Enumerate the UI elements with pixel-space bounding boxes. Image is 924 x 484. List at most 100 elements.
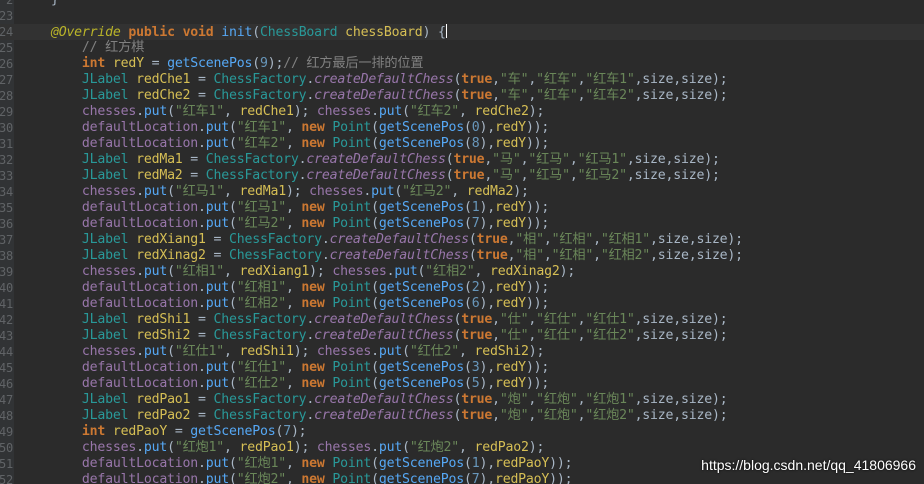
field-token: defaultLocation xyxy=(81,216,199,231)
code-line[interactable]: 52 defaultLocation.put("红炮2", new Point(… xyxy=(0,472,924,484)
code-content[interactable]: JLabel redPao2 = ChessFactory.createDefa… xyxy=(20,408,728,424)
code-line[interactable]: 45 defaultLocation.put("红仕1", new Point(… xyxy=(0,360,924,376)
code-line[interactable]: 40 defaultLocation.put("红相1", new Point(… xyxy=(0,280,924,296)
code-line[interactable]: 23 xyxy=(0,8,924,24)
class-name-token: ChessFactory xyxy=(213,312,307,327)
code-text: , xyxy=(528,312,537,327)
code-content[interactable]: chesses.put("红炮1", redPao1); chesses.put… xyxy=(20,440,544,456)
code-line[interactable]: 32 JLabel redMa1 = ChessFactory.createDe… xyxy=(0,152,924,168)
line-number: 32 xyxy=(0,153,13,167)
code-content[interactable]: @Override public void init(ChessBoard ch… xyxy=(20,24,447,41)
code-text: )); xyxy=(525,200,550,215)
code-content[interactable]: JLabel redChe2 = ChessFactory.createDefa… xyxy=(20,88,728,104)
string-token: "红相1" xyxy=(600,232,651,247)
code-content[interactable]: // 红方棋 xyxy=(20,40,144,56)
method-token: put xyxy=(205,200,229,215)
code-line[interactable]: 49 int redPaoY = getScenePos(7); xyxy=(0,424,924,440)
code-line[interactable]: 28 JLabel redChe2 = ChessFactory.createD… xyxy=(0,88,924,104)
code-line[interactable]: 46 defaultLocation.put("红仕2", new Point(… xyxy=(0,376,924,392)
code-content[interactable]: int redY = getScenePos(9);// 红方最后一排的位置 xyxy=(20,56,424,72)
code-line[interactable]: 48 JLabel redPao2 = ChessFactory.createD… xyxy=(0,408,924,424)
code-content[interactable]: chesses.put("红马1", redMa1); chesses.put(… xyxy=(20,184,529,200)
code-text: ); xyxy=(293,440,317,455)
code-line[interactable]: 43 JLabel redShi2 = ChessFactory.createD… xyxy=(0,328,924,344)
code-content[interactable]: defaultLocation.put("红相2", new Point(get… xyxy=(20,296,549,312)
code-line[interactable]: 42 JLabel redShi1 = ChessFactory.createD… xyxy=(0,312,924,328)
code-content[interactable]: JLabel redShi1 = ChessFactory.createDefa… xyxy=(20,312,728,328)
code-content[interactable]: defaultLocation.put("红仕2", new Point(get… xyxy=(20,376,549,392)
code-line[interactable]: 41 defaultLocation.put("红相2", new Point(… xyxy=(0,296,924,312)
keyword-token: new xyxy=(301,360,325,375)
code-line[interactable]: 2 } xyxy=(0,0,924,8)
method-token: getScenePos xyxy=(378,136,464,151)
code-content[interactable]: JLabel redShi2 = ChessFactory.createDefa… xyxy=(20,328,728,344)
comment-token: // 红方棋 xyxy=(81,40,145,55)
code-text: ), xyxy=(479,472,495,484)
code-content[interactable]: JLabel redXiang1 = ChessFactory.createDe… xyxy=(20,232,743,248)
code-line[interactable]: 29 chesses.put("红车1", redChe1); chesses.… xyxy=(0,104,924,120)
code-content[interactable]: defaultLocation.put("红车2", new Point(get… xyxy=(20,136,549,152)
code-text: . xyxy=(306,408,315,423)
code-content[interactable]: JLabel redMa1 = ChessFactory.createDefau… xyxy=(20,152,720,168)
code-line[interactable]: 39 chesses.put("红相1", redXiang1); chesse… xyxy=(0,264,924,280)
code-content[interactable]: defaultLocation.put("红炮2", new Point(get… xyxy=(20,472,573,484)
code-text: ( xyxy=(468,248,477,263)
code-content[interactable]: defaultLocation.put("红仕1", new Point(get… xyxy=(20,360,549,376)
code-content[interactable]: chesses.put("红相1", redXiang1); chesses.p… xyxy=(20,264,575,280)
code-content[interactable]: JLabel redXinag2 = ChessFactory.createDe… xyxy=(20,248,743,264)
code-content[interactable]: } xyxy=(20,0,59,8)
code-text: ); xyxy=(559,264,576,279)
line-number: 33 xyxy=(0,169,13,183)
string-token: "红车" xyxy=(536,88,578,103)
code-line[interactable]: 36 defaultLocation.put("红马2", new Point(… xyxy=(0,216,924,232)
code-content[interactable]: defaultLocation.put("红马1", new Point(get… xyxy=(20,200,549,216)
code-line[interactable]: 27 JLabel redChe1 = ChessFactory.createD… xyxy=(0,72,924,88)
code-line[interactable]: 33 JLabel redMa2 = ChessFactory.createDe… xyxy=(0,168,924,184)
code-content[interactable]: JLabel redChe1 = ChessFactory.createDefa… xyxy=(20,72,728,88)
code-line[interactable]: 25 // 红方棋 xyxy=(0,40,924,56)
code-text: ); xyxy=(528,440,545,455)
code-text: ); xyxy=(285,184,310,199)
class-name-token: JLabel xyxy=(81,168,129,183)
method-token: put xyxy=(205,472,229,484)
code-content[interactable]: JLabel redMa2 = ChessFactory.createDefau… xyxy=(20,168,720,184)
string-token: "炮" xyxy=(499,392,529,407)
code-line[interactable]: 26 int redY = getScenePos(9);// 红方最后一排的位… xyxy=(0,56,924,72)
code-content[interactable]: defaultLocation.put("红相1", new Point(get… xyxy=(20,280,549,296)
code-text: ( xyxy=(371,296,379,311)
code-line[interactable]: 31 defaultLocation.put("红车2", new Point(… xyxy=(0,136,924,152)
line-number: 41 xyxy=(0,297,13,311)
code-line[interactable]: 37 JLabel redXiang1 = ChessFactory.creat… xyxy=(0,232,924,248)
number-token: 9 xyxy=(259,56,268,71)
code-content[interactable]: int redPaoY = getScenePos(7); xyxy=(20,424,307,440)
code-content[interactable]: defaultLocation.put("红马2", new Point(get… xyxy=(20,216,549,232)
code-line[interactable]: 38 JLabel redXinag2 = ChessFactory.creat… xyxy=(0,248,924,264)
code-line[interactable]: 47 JLabel redPao1 = ChessFactory.createD… xyxy=(0,392,924,408)
static-method-token: createDefaultChess xyxy=(314,312,454,327)
code-line[interactable]: 50 chesses.put("红炮1", redPao1); chesses.… xyxy=(0,440,924,456)
line-number: 48 xyxy=(0,409,13,423)
code-content[interactable]: defaultLocation.put("红车1", new Point(get… xyxy=(20,120,549,136)
string-token: "相" xyxy=(515,248,544,263)
code-content[interactable]: chesses.put("红车1", redChe1); chesses.put… xyxy=(20,104,544,120)
code-editor[interactable]: ⊟ 2 }2324 @Override public void init(Che… xyxy=(0,0,924,484)
code-content[interactable]: defaultLocation.put("红炮1", new Point(get… xyxy=(20,456,573,472)
code-lines[interactable]: 2 }2324 @Override public void init(Chess… xyxy=(0,0,924,484)
code-line[interactable]: 35 defaultLocation.put("红马1", new Point(… xyxy=(0,200,924,216)
code-line[interactable]: 24 @Override public void init(ChessBoard… xyxy=(0,24,924,40)
keyword-token: new xyxy=(301,456,325,471)
keyword-token: true xyxy=(453,152,485,167)
code-line[interactable]: 34 chesses.put("红马1", redMa1); chesses.p… xyxy=(0,184,924,200)
code-line[interactable]: 44 chesses.put("红仕1", redShi1); chesses.… xyxy=(0,344,924,360)
code-content[interactable]: JLabel redPao1 = ChessFactory.createDefa… xyxy=(20,392,728,408)
code-content[interactable]: chesses.put("红仕1", redShi1); chesses.put… xyxy=(20,344,544,360)
method-token: getScenePos xyxy=(378,456,464,471)
code-text: , xyxy=(543,232,552,247)
string-token: "炮" xyxy=(499,408,529,423)
code-line[interactable]: 30 defaultLocation.put("红车1", new Point(… xyxy=(0,120,924,136)
